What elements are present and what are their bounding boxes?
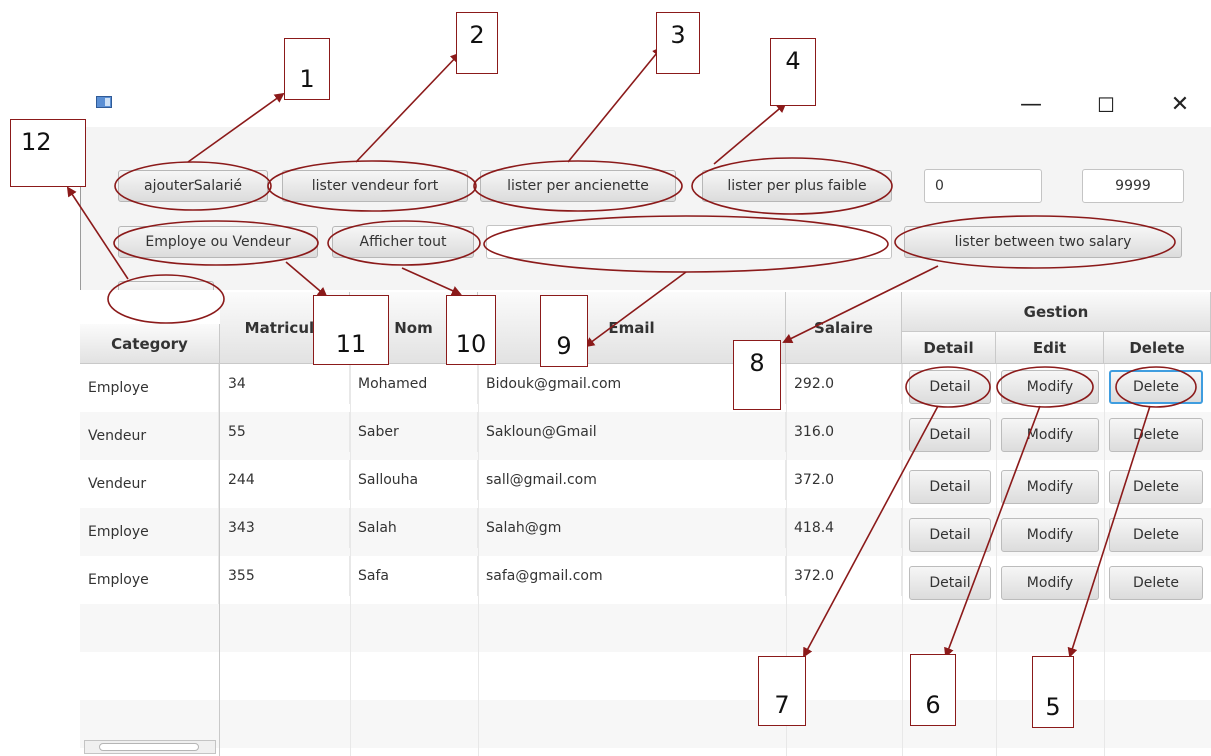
salaire-cell: 292.0 <box>786 364 902 404</box>
detail-column-header[interactable]: Detail <box>902 332 996 364</box>
callout-label-8: 8 <box>733 340 781 410</box>
edit-column-header[interactable]: Edit <box>996 332 1104 364</box>
callout-label-10: 10 <box>446 295 496 365</box>
nom-cell: Salah <box>350 508 478 548</box>
delete-column-header[interactable]: Delete <box>1104 332 1211 364</box>
email-cell: Salah@gm <box>478 508 786 548</box>
email-cell: sall@gmail.com <box>478 460 786 500</box>
maximize-icon[interactable]: ☐ <box>1086 90 1126 120</box>
detail-button[interactable]: Detail <box>909 418 991 452</box>
gestion-column-group-header: Gestion <box>902 292 1211 332</box>
matricule-cell: 343 <box>220 508 350 548</box>
callout-label-3: 3 <box>656 12 700 74</box>
salaire-cell: 316.0 <box>786 412 902 452</box>
nom-cell: Sallouha <box>350 460 478 500</box>
callout-label-9: 9 <box>540 295 588 367</box>
email-cell: Sakloun@Gmail <box>478 412 786 452</box>
callout-label-2: 2 <box>456 12 498 74</box>
salaire-cell: 372.0 <box>786 460 902 500</box>
delete-button[interactable]: Delete <box>1109 418 1203 452</box>
ajouter-salarie-button[interactable]: ajouterSalarié <box>118 170 268 202</box>
afficher-tout-button[interactable]: Afficher tout <box>332 226 474 258</box>
nom-cell: Safa <box>350 556 478 596</box>
delete-button[interactable]: Delete <box>1109 370 1203 404</box>
detail-button[interactable]: Detail <box>909 518 991 552</box>
category-cell[interactable]: Vendeur <box>80 460 219 508</box>
nom-cell: Mohamed <box>350 364 478 404</box>
table-row[interactable]: 244 Sallouha sall@gmail.com 372.0 Detail… <box>220 460 1211 508</box>
min-salary-value[interactable] <box>935 178 1031 194</box>
modify-button[interactable]: Modify <box>1001 370 1099 404</box>
callout-label-5: 5 <box>1032 656 1074 728</box>
modify-button[interactable]: Modify <box>1001 518 1099 552</box>
category-cell[interactable]: Employe <box>80 364 219 412</box>
category-column-header[interactable]: Category <box>80 324 220 364</box>
delete-button[interactable]: Delete <box>1109 470 1203 504</box>
delete-button[interactable]: Delete <box>1109 566 1203 600</box>
callout-label-7: 7 <box>758 656 806 726</box>
empty-row <box>80 604 219 652</box>
category-cell[interactable]: Employe <box>80 556 219 604</box>
category-table: Employe Vendeur Vendeur Employe Employe <box>80 364 220 756</box>
matricule-cell: 34 <box>220 364 350 404</box>
employe-ou-vendeur-button[interactable]: Employe ou Vendeur <box>118 226 318 258</box>
horizontal-scrollbar[interactable] <box>84 740 216 754</box>
lister-plus-faible-button[interactable]: lister per plus faible <box>702 170 892 202</box>
lister-vendeur-fort-button[interactable]: lister vendeur fort <box>282 170 468 202</box>
search-input[interactable] <box>486 225 892 259</box>
callout-label-11: 11 <box>313 295 389 365</box>
search-field[interactable] <box>497 234 881 250</box>
detail-button[interactable]: Detail <box>909 370 991 404</box>
modify-button[interactable]: Modify <box>1001 470 1099 504</box>
detail-button[interactable]: Detail <box>909 470 991 504</box>
table-row[interactable]: 55 Saber Sakloun@Gmail 316.0 Detail Modi… <box>220 412 1211 460</box>
salaire-cell: 418.4 <box>786 508 902 548</box>
salaire-column-header[interactable]: Salaire <box>786 292 902 364</box>
nom-cell: Saber <box>350 412 478 452</box>
matricule-cell: 55 <box>220 412 350 452</box>
max-salary-value[interactable] <box>1093 178 1173 194</box>
callout-label-4: 4 <box>770 38 816 106</box>
table-row[interactable]: 34 Mohamed Bidouk@gmail.com 292.0 Detail… <box>220 364 1211 412</box>
row-background <box>220 604 1211 652</box>
callout-label-6: 6 <box>910 654 956 726</box>
matricule-cell: 244 <box>220 460 350 500</box>
max-salary-input[interactable] <box>1082 169 1184 203</box>
detail-button[interactable]: Detail <box>909 566 991 600</box>
close-icon[interactable]: ✕ <box>1160 90 1200 120</box>
table-row[interactable]: 343 Salah Salah@gm 418.4 Detail Modify D… <box>220 508 1211 556</box>
callout-label-1: 1 <box>284 38 330 100</box>
app-icon <box>96 96 112 108</box>
salaire-cell: 372.0 <box>786 556 902 596</box>
modify-button[interactable]: Modify <box>1001 418 1099 452</box>
modify-button[interactable]: Modify <box>1001 566 1099 600</box>
minimize-icon[interactable]: — <box>1011 90 1051 120</box>
category-cell[interactable]: Employe <box>80 508 219 556</box>
scrollbar-thumb[interactable] <box>99 743 199 751</box>
callout-label-12: 12 <box>10 119 86 187</box>
matricule-cell: 355 <box>220 556 350 596</box>
lister-anciennete-button[interactable]: lister per ancienette <box>480 170 676 202</box>
delete-button[interactable]: Delete <box>1109 518 1203 552</box>
email-cell: safa@gmail.com <box>478 556 786 596</box>
table-row[interactable]: 355 Safa safa@gmail.com 372.0 Detail Mod… <box>220 556 1211 604</box>
min-salary-input[interactable] <box>924 169 1042 203</box>
category-cell[interactable]: Vendeur <box>80 412 219 460</box>
lister-between-two-salary-button[interactable]: lister between two salary <box>904 226 1182 258</box>
